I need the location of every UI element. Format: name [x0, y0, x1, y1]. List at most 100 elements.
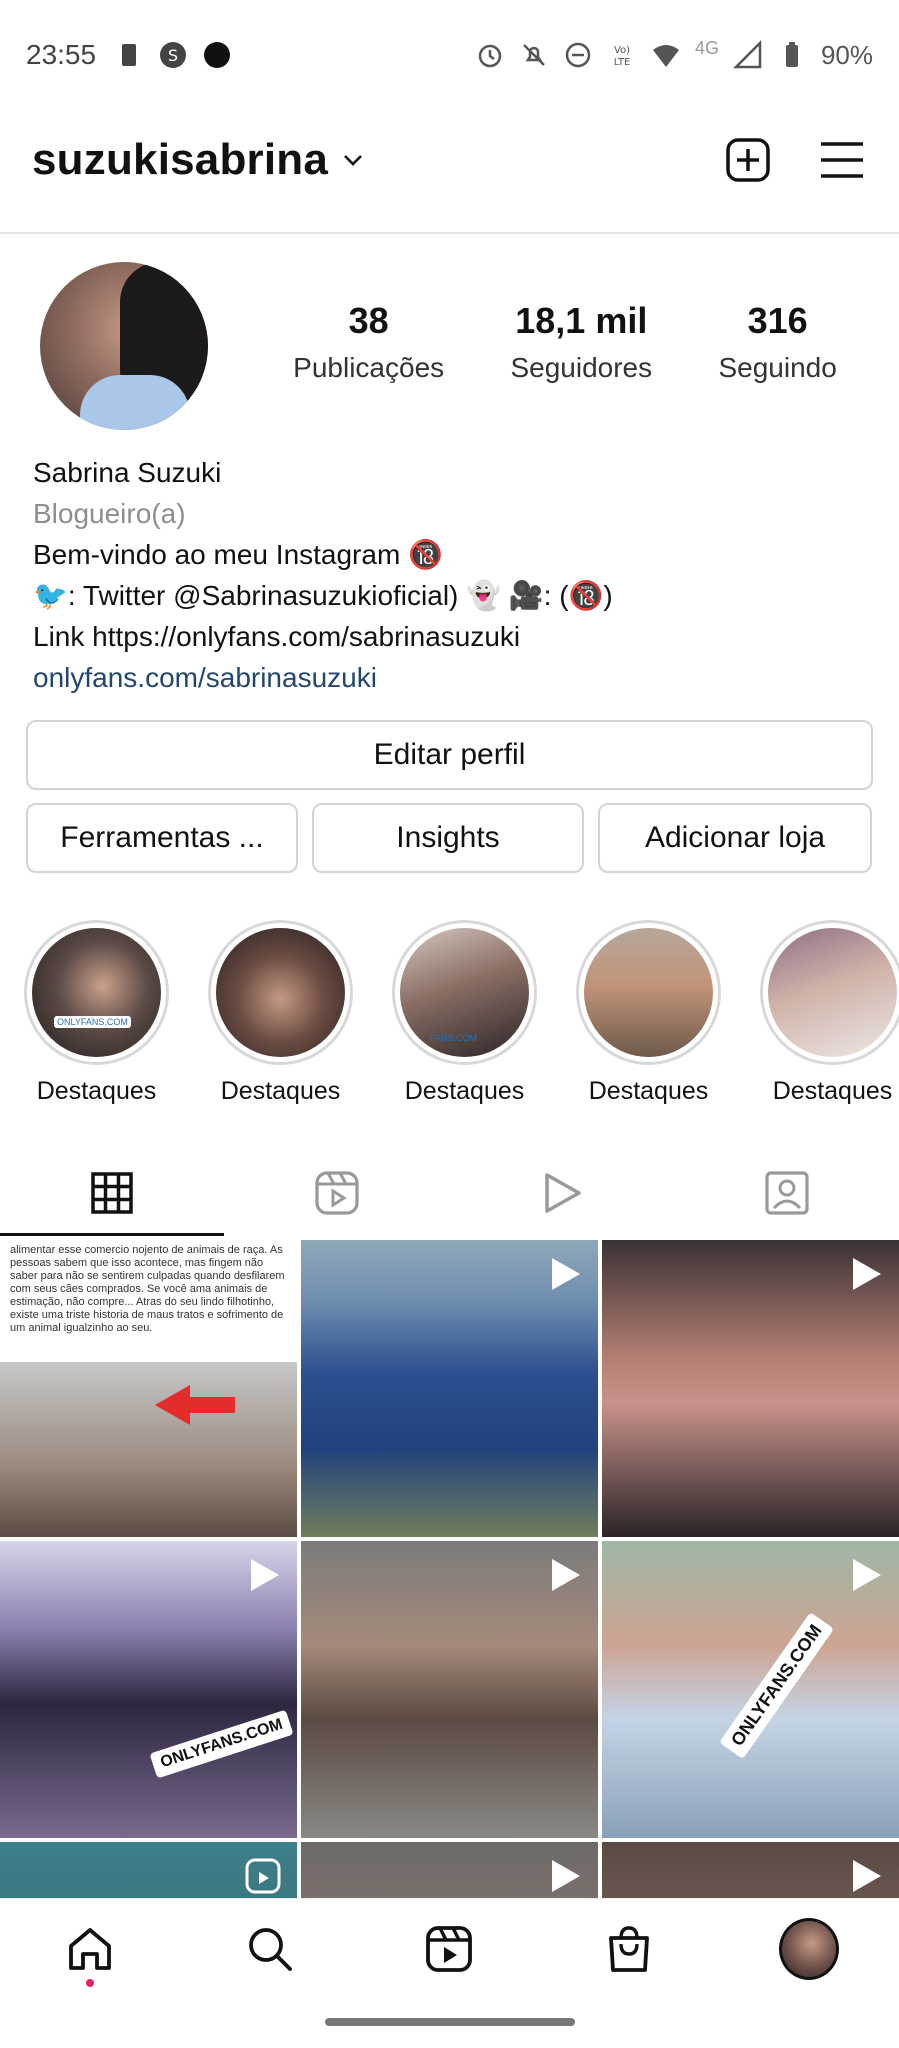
- nav-shop[interactable]: [599, 1919, 659, 1979]
- stat-followers-label: Seguidores: [510, 352, 653, 383]
- notification-dot: [85, 1978, 94, 1987]
- highlight-label: Destaques: [772, 1077, 893, 1105]
- profile-header: suzukisabrina: [0, 110, 899, 210]
- profile-bio: Sabrina Suzuki Blogueiro(a) Bem-vindo ao…: [33, 452, 873, 698]
- battery-level: 90%: [820, 39, 873, 70]
- nav-search[interactable]: [240, 1919, 300, 1979]
- highlight-ring: [576, 920, 721, 1065]
- tab-videos[interactable]: [450, 1150, 675, 1236]
- nav-home[interactable]: [60, 1919, 120, 1987]
- s-app-icon: S: [160, 42, 187, 68]
- highlight-item[interactable]: Destaques: [208, 920, 353, 1106]
- nav-profile[interactable]: [779, 1917, 840, 1980]
- grid-post[interactable]: [301, 1240, 598, 1537]
- grid-post[interactable]: [602, 1842, 899, 1900]
- highlight-label: Destaques: [220, 1077, 341, 1105]
- video-play-icon: [853, 1258, 881, 1290]
- edit-profile-button[interactable]: Editar perfil: [26, 720, 873, 790]
- stat-following-label: Seguindo: [718, 352, 837, 383]
- highlight-thumbnail: ONLYFANS.COM: [32, 928, 161, 1057]
- reels-icon: [245, 1858, 281, 1894]
- alarm-icon: [478, 44, 502, 68]
- grid-post[interactable]: [301, 1842, 598, 1900]
- highlight-item[interactable]: Destaques: [576, 920, 721, 1106]
- bio-line-1: Bem-vindo ao meu Instagram 🔞: [33, 539, 443, 570]
- highlight-ring: ONLYFANS.COM: [24, 920, 169, 1065]
- shop-icon: [609, 1925, 650, 1972]
- gesture-home-indicator[interactable]: [325, 2018, 575, 2026]
- highlight-label: Destaques: [404, 1077, 525, 1105]
- header-divider: [0, 232, 899, 234]
- nav-reels[interactable]: [419, 1919, 479, 1979]
- chevron-down-icon[interactable]: [342, 149, 364, 171]
- stat-posts-label: Publicações: [293, 352, 445, 383]
- grid-post[interactable]: [602, 1240, 899, 1537]
- highlight-item[interactable]: Destaques: [760, 920, 899, 1106]
- stat-posts-value: 38: [348, 300, 389, 341]
- post-caption-text: alimentar esse comercio nojento de anima…: [10, 1244, 285, 1334]
- sim-icon: [122, 44, 137, 66]
- grid-post[interactable]: [0, 1842, 297, 1900]
- video-play-icon: [853, 1860, 881, 1892]
- bio-line-3: Link https://onlyfans.com/sabrinasuzuki: [33, 621, 521, 652]
- grid-icon: [91, 1172, 134, 1214]
- profile-avatar[interactable]: [40, 262, 208, 430]
- reels-icon: [426, 1925, 473, 1972]
- highlight-item[interactable]: ONLYFANS.COM Destaques: [24, 920, 169, 1106]
- story-highlights: ONLYFANS.COM Destaques Destaques FANS.CO…: [24, 920, 899, 1110]
- insights-button[interactable]: Insights: [312, 803, 584, 873]
- menu-button[interactable]: [817, 135, 867, 185]
- display-name: Sabrina Suzuki: [33, 457, 222, 488]
- svg-text:LTE: LTE: [614, 57, 631, 68]
- status-left-icons: S: [114, 40, 232, 70]
- highlight-item[interactable]: FANS.COM Destaques: [392, 920, 537, 1106]
- tab-active-indicator: [0, 1233, 224, 1236]
- tab-tagged[interactable]: [674, 1150, 899, 1236]
- stat-following-value: 316: [747, 300, 808, 341]
- status-bar: 23:55 S Vo) LTE 4G 90%: [0, 0, 899, 110]
- video-play-icon: [552, 1559, 580, 1591]
- highlight-watermark: FANS.COM: [430, 1033, 478, 1043]
- tab-reels[interactable]: [225, 1150, 450, 1236]
- highlight-thumbnail: [216, 928, 345, 1057]
- red-arrow-icon: [155, 1385, 235, 1425]
- new-post-icon: [726, 138, 770, 182]
- highlight-watermark: ONLYFANS.COM: [54, 1016, 131, 1028]
- website-link[interactable]: onlyfans.com/sabrinasuzuki: [33, 657, 873, 698]
- onlyfans-watermark: ONLYFANS.COM: [149, 1709, 294, 1779]
- username-switcher[interactable]: suzukisabrina: [32, 135, 328, 185]
- highlight-ring: [760, 920, 899, 1065]
- stat-followers[interactable]: 18,1 mil Seguidores: [510, 300, 652, 384]
- notification-dot-icon: [204, 42, 231, 68]
- add-shop-button[interactable]: Adicionar loja: [598, 803, 872, 873]
- svg-text:Vo): Vo): [614, 45, 630, 56]
- network-type: 4G: [694, 37, 719, 58]
- stat-following[interactable]: 316 Seguindo: [718, 300, 836, 384]
- search-icon: [248, 1927, 292, 1971]
- video-play-icon: [251, 1559, 279, 1591]
- stat-posts[interactable]: 38 Publicações: [293, 300, 444, 384]
- wifi-icon: [652, 45, 679, 67]
- status-time: 23:55: [26, 39, 97, 70]
- tools-button[interactable]: Ferramentas ...: [26, 803, 298, 873]
- grid-post[interactable]: [301, 1541, 598, 1838]
- new-post-button[interactable]: [723, 135, 773, 185]
- posts-grid: alimentar esse comercio nojento de anima…: [0, 1240, 899, 1900]
- onlyfans-watermark: ONLYFANS.COM: [719, 1611, 835, 1760]
- highlight-ring: FANS.COM: [392, 920, 537, 1065]
- bottom-navigation: [0, 1898, 899, 1998]
- highlight-thumbnail: FANS.COM: [400, 928, 529, 1057]
- home-icon: [68, 1927, 111, 1970]
- video-play-icon: [853, 1559, 881, 1591]
- stat-followers-value: 18,1 mil: [515, 300, 648, 341]
- grid-post[interactable]: ONLYFANS.COM: [0, 1541, 297, 1838]
- highlight-thumbnail: [768, 928, 897, 1057]
- profile-avatar: [779, 1917, 840, 1980]
- tab-grid[interactable]: [0, 1150, 225, 1236]
- signal-icon: [732, 40, 762, 69]
- volte-icon: Vo)LTE: [614, 45, 631, 68]
- grid-post[interactable]: alimentar esse comercio nojento de anima…: [0, 1240, 297, 1537]
- profile-stats: 38 Publicações 18,1 mil Seguidores 316 S…: [260, 300, 870, 384]
- highlight-ring: [208, 920, 353, 1065]
- grid-post[interactable]: ONLYFANS.COM: [602, 1541, 899, 1838]
